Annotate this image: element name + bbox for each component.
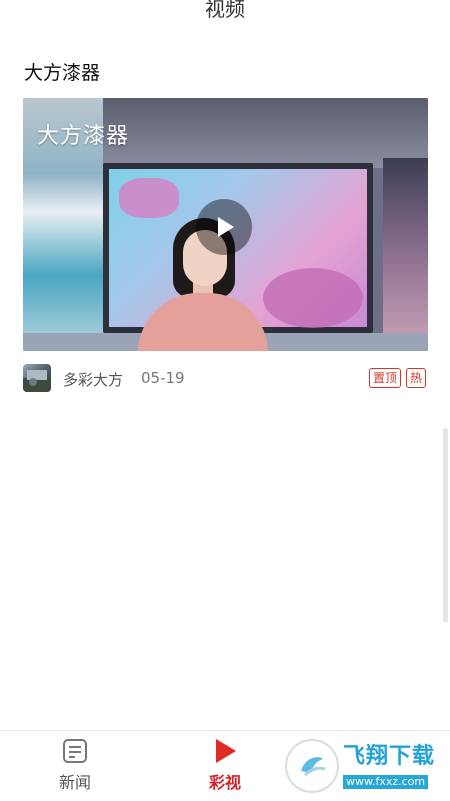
source-avatar[interactable] [23, 364, 51, 392]
publish-date: 05-19 [141, 369, 185, 387]
nav-label-video: 彩视 [208, 773, 241, 792]
top-bar: 视频 [0, 0, 450, 30]
play-button[interactable] [196, 199, 252, 255]
watermark-logo-icon [285, 739, 339, 793]
pinned-badge: 置顶 [369, 368, 402, 388]
nav-item-news[interactable]: 新闻 [25, 731, 125, 801]
video-thumbnail[interactable]: 大方漆器 [23, 98, 428, 351]
play-icon [218, 217, 234, 237]
watermark-url: www.fxxz.com [343, 774, 429, 789]
screen-decoration [119, 178, 179, 218]
play-icon [216, 739, 236, 763]
watermark-text-group: 飞翔下载 www.fxxz.com [343, 744, 435, 789]
source-name[interactable]: 多彩大方 [63, 369, 123, 390]
avatar-image [23, 370, 51, 392]
nav-item-video[interactable]: 彩视 [175, 731, 275, 801]
nav-label-news: 新闻 [58, 773, 91, 792]
scrollbar[interactable] [443, 428, 448, 623]
watermark: 飞翔下载 www.fxxz.com [285, 738, 445, 794]
thumbnail-caption: 大方漆器 [37, 124, 130, 149]
watermark-title: 飞翔下载 [343, 743, 436, 769]
studio-backdrop-top [103, 98, 428, 168]
video-meta: 多彩大方 05-19 置顶 热 [23, 364, 428, 392]
studio-side-panel [383, 158, 428, 348]
video-title[interactable]: 大方漆器 [24, 58, 100, 85]
screen-decoration [263, 268, 363, 328]
hot-badge: 热 [406, 368, 427, 388]
page-title: 视频 [205, 0, 245, 21]
news-icon [63, 739, 87, 763]
